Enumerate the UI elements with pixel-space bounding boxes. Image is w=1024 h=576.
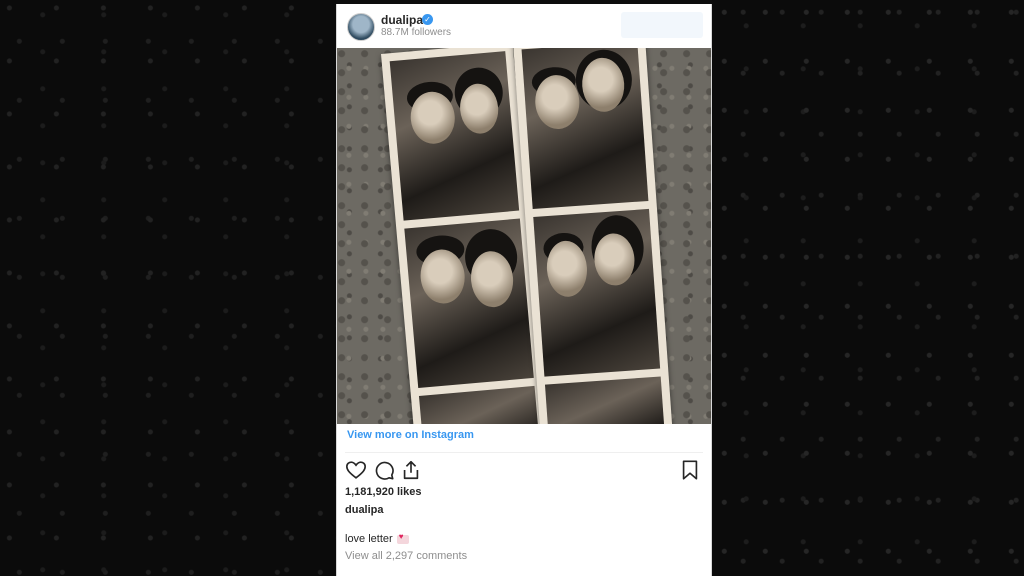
avatar[interactable]	[347, 13, 375, 41]
photo-frame	[533, 208, 661, 377]
view-more-link[interactable]: View more on Instagram	[347, 429, 474, 441]
instagram-embed-card: dualipa ✓ 88.7M followers View more on I…	[336, 4, 712, 576]
caption: love letter	[345, 532, 409, 545]
photo-frame	[544, 376, 667, 424]
like-count[interactable]: 1,181,920 likes	[345, 486, 421, 498]
photo-frame	[521, 48, 649, 210]
share-icon[interactable]	[400, 459, 422, 481]
comment-icon[interactable]	[373, 459, 395, 481]
caption-author[interactable]: dualipa	[345, 504, 384, 516]
post-header: dualipa ✓ 88.7M followers	[337, 4, 711, 48]
bookmark-icon[interactable]	[679, 459, 701, 481]
verified-badge-icon: ✓	[422, 14, 433, 25]
background-right	[712, 0, 1024, 576]
photo-strip-right	[513, 48, 676, 424]
view-comments-link[interactable]: View all 2,297 comments	[345, 550, 467, 562]
photo-frame	[404, 218, 534, 389]
caption-text: love letter	[345, 533, 393, 545]
follower-count: 88.7M followers	[381, 27, 452, 38]
action-bar	[345, 459, 703, 483]
heart-icon[interactable]	[345, 459, 367, 481]
photo-frame	[418, 385, 543, 424]
photo-frame	[389, 51, 520, 221]
username[interactable]: dualipa	[381, 13, 423, 27]
love-letter-emoji-icon	[396, 532, 409, 544]
post-photo[interactable]	[337, 48, 711, 424]
follow-button[interactable]	[621, 12, 703, 38]
divider	[345, 452, 703, 453]
background-left	[0, 0, 336, 576]
